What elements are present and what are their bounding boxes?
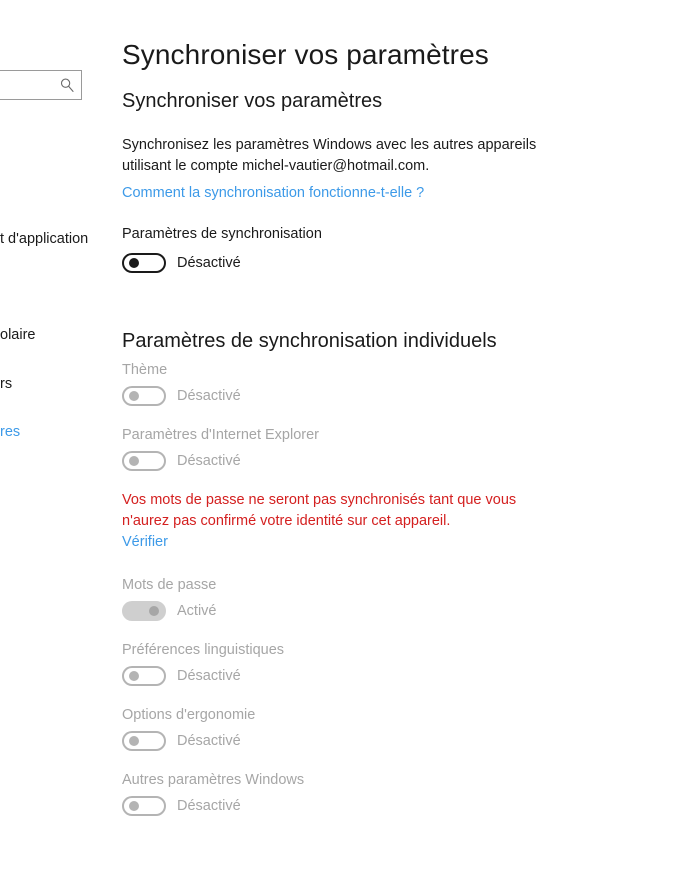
setting-toggle bbox=[122, 796, 166, 816]
toggle-knob bbox=[129, 391, 139, 401]
sync-description: Synchronisez les paramètres Windows avec… bbox=[122, 136, 537, 174]
verify-identity-link[interactable]: Vérifier bbox=[122, 534, 168, 550]
setting-row: Autres paramètres Windows Désactivé bbox=[122, 770, 582, 816]
how-sync-works-link[interactable]: Comment la synchronisation fonctionne-t-… bbox=[122, 185, 424, 201]
main-content: Synchroniser vos paramètres Synchroniser… bbox=[122, 0, 699, 878]
setting-toggle-row[interactable]: Désactivé bbox=[122, 451, 582, 471]
sync-settings-toggle-state: Désactivé bbox=[177, 255, 241, 271]
sync-settings-toggle-row[interactable]: Désactivé bbox=[122, 253, 241, 273]
setting-toggle bbox=[122, 601, 166, 621]
setting-toggle-row[interactable]: Désactivé bbox=[122, 796, 582, 816]
setting-toggle-state: Désactivé bbox=[177, 453, 241, 469]
search-icon[interactable] bbox=[59, 77, 75, 93]
setting-toggle bbox=[122, 666, 166, 686]
setting-toggle-state: Activé bbox=[177, 603, 217, 619]
toggle-knob bbox=[129, 801, 139, 811]
search-box[interactable] bbox=[0, 70, 82, 100]
toggle-knob bbox=[129, 671, 139, 681]
section-heading-individual-sync: Paramètres de synchronisation individuel… bbox=[122, 329, 497, 352]
sidebar-item-2[interactable]: rs bbox=[0, 375, 110, 393]
sync-settings-label: Paramètres de synchronisation bbox=[122, 226, 322, 242]
setting-toggle-state: Désactivé bbox=[177, 388, 241, 404]
setting-toggle bbox=[122, 731, 166, 751]
toggle-knob bbox=[129, 736, 139, 746]
setting-row: Préférences linguistiques Désactivé bbox=[122, 640, 582, 686]
setting-toggle-state: Désactivé bbox=[177, 798, 241, 814]
setting-label: Mots de passe bbox=[122, 577, 217, 593]
setting-toggle-row[interactable]: Désactivé bbox=[122, 666, 582, 686]
setting-toggle-state: Désactivé bbox=[177, 733, 241, 749]
setting-toggle-row[interactable]: Activé bbox=[122, 601, 582, 621]
password-warning-block: Vos mots de passe ne seront pas synchron… bbox=[122, 490, 582, 551]
setting-toggle bbox=[122, 451, 166, 471]
password-warning-text: Vos mots de passe ne seront pas synchron… bbox=[122, 492, 517, 529]
setting-label: Préférences linguistiques bbox=[122, 642, 285, 658]
sidebar-item-0[interactable]: t d'application bbox=[0, 230, 110, 248]
sidebar-item-3-selected[interactable]: res bbox=[0, 423, 110, 441]
setting-label: Options d'ergonomie bbox=[122, 707, 256, 723]
individual-settings-list: Thème Désactivé Paramètres d'Internet Expl… bbox=[122, 360, 582, 835]
page-title: Synchroniser vos paramètres bbox=[122, 38, 489, 70]
setting-toggle-row[interactable]: Désactivé bbox=[122, 731, 582, 751]
sidebar-item-label: rs bbox=[0, 376, 13, 392]
toggle-knob bbox=[149, 606, 159, 616]
toggle-knob bbox=[129, 258, 139, 268]
setting-toggle-row[interactable]: Désactivé bbox=[122, 386, 582, 406]
sync-settings-toggle[interactable] bbox=[122, 253, 166, 273]
sidebar-item-label: t d'application bbox=[0, 231, 89, 247]
toggle-knob bbox=[129, 456, 139, 466]
setting-label: Autres paramètres Windows bbox=[122, 772, 305, 788]
section-heading-sync: Synchroniser vos paramètres bbox=[122, 89, 383, 112]
setting-label: Thème bbox=[122, 362, 168, 378]
setting-row: Paramètres d'Internet Explorer Désactivé bbox=[122, 425, 582, 471]
setting-row: Mots de passe Activé bbox=[122, 575, 582, 621]
sidebar: t d'application olaire rs res bbox=[0, 0, 110, 878]
setting-toggle bbox=[122, 386, 166, 406]
sidebar-item-label: olaire bbox=[0, 327, 36, 343]
search-input[interactable] bbox=[0, 71, 55, 99]
setting-label: Paramètres d'Internet Explorer bbox=[122, 427, 319, 443]
sidebar-item-1[interactable]: olaire bbox=[0, 326, 110, 344]
setting-row: Thème Désactivé bbox=[122, 360, 582, 406]
setting-row: Options d'ergonomie Désactivé bbox=[122, 705, 582, 751]
setting-toggle-state: Désactivé bbox=[177, 668, 241, 684]
sidebar-item-label: res bbox=[0, 424, 21, 440]
